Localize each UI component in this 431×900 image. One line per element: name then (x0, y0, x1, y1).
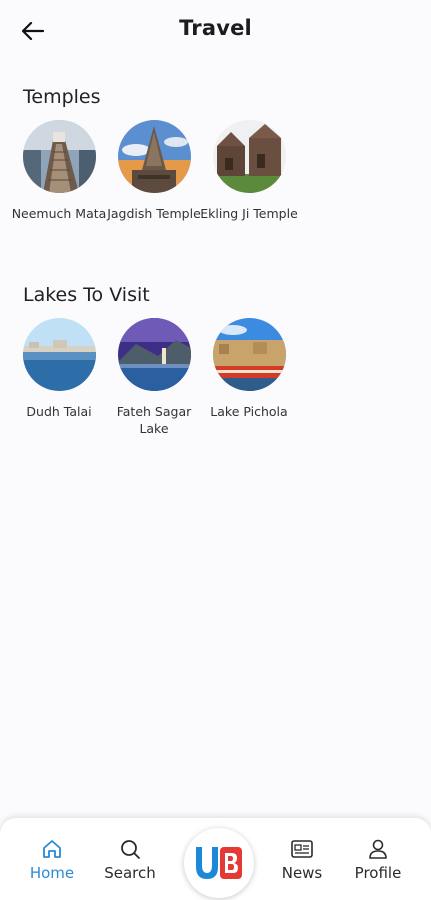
nav-search-label: Search (104, 864, 156, 882)
place-name: Ekling Ji Temple (200, 206, 298, 221)
nav-home[interactable]: Home (16, 838, 88, 882)
place-name: Neemuch Mata (11, 206, 107, 221)
place-image (117, 318, 191, 391)
newspaper-icon (291, 840, 313, 858)
nav-news-label: News (281, 864, 323, 882)
home-icon (43, 840, 61, 858)
place-card[interactable]: Fateh Sagar Lake (106, 318, 202, 437)
place-card[interactable]: Ekling Ji Temple (200, 120, 298, 222)
nav-profile[interactable]: Profile (342, 838, 414, 882)
nav-profile-label: Profile (354, 864, 402, 882)
nav-news[interactable]: News (266, 838, 338, 882)
page-title: Travel (179, 16, 252, 40)
nav-search[interactable]: Search (94, 838, 166, 882)
app-logo-icon (196, 847, 242, 879)
bottom-nav: Home Search News Profile (0, 818, 431, 900)
app-header: Travel (0, 0, 431, 62)
section-title-lakes: Lakes To Visit (23, 284, 150, 306)
place-name: Fateh Sagar Lake (116, 404, 192, 436)
place-name: Lake Pichola (210, 404, 288, 419)
place-name: Dudh Talai (26, 404, 92, 419)
place-card[interactable]: Neemuch Mata (11, 120, 107, 222)
user-icon (369, 839, 387, 859)
place-card[interactable]: Jagdish Temple (106, 120, 202, 222)
place-image (212, 318, 286, 391)
nav-home-label: Home (29, 864, 75, 882)
place-image (212, 120, 286, 193)
place-card[interactable]: Lake Pichola (201, 318, 297, 420)
place-image (117, 120, 191, 193)
place-image (22, 120, 96, 193)
section-title-temples: Temples (23, 86, 101, 108)
place-name: Jagdish Temple (107, 206, 201, 221)
place-image (22, 318, 96, 391)
place-card[interactable]: Dudh Talai (11, 318, 107, 420)
app-logo-button[interactable] (184, 828, 254, 898)
search-icon (121, 840, 140, 859)
